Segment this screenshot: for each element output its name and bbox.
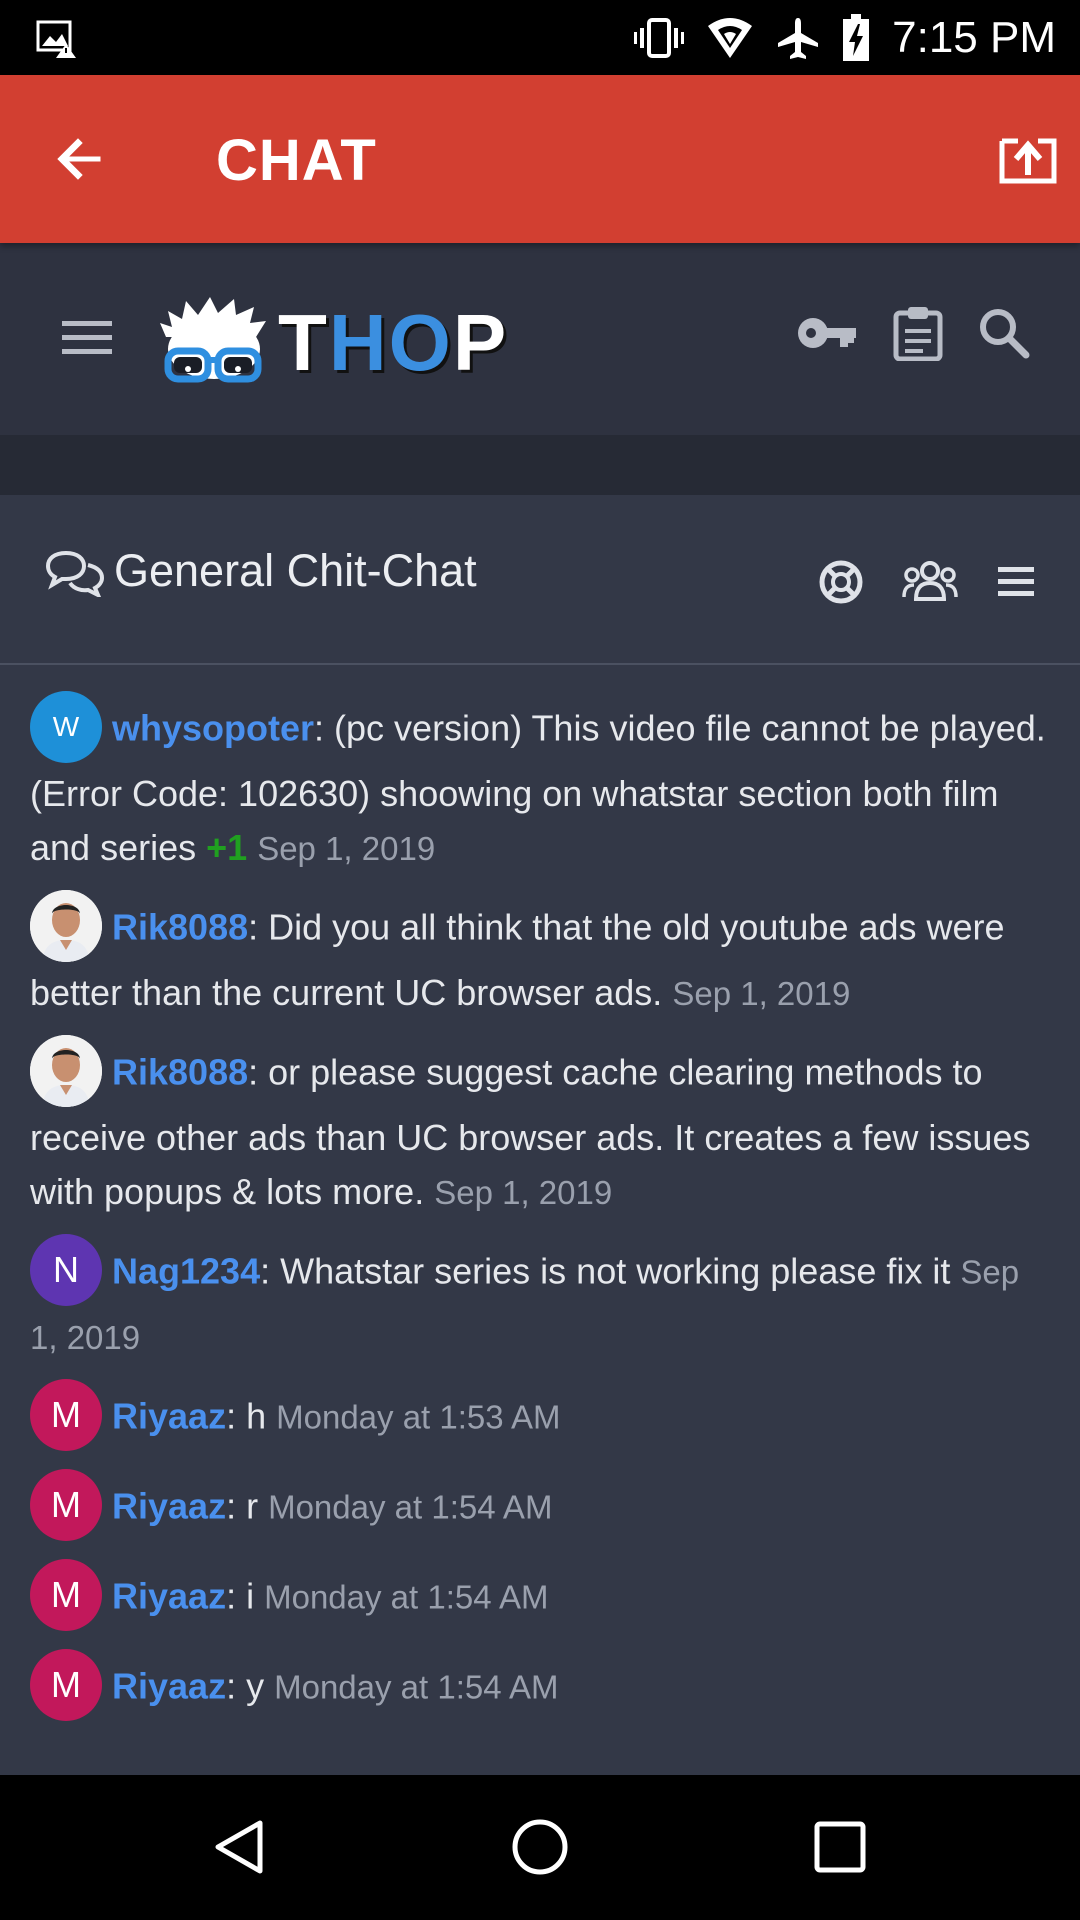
image-warning-icon	[36, 18, 78, 60]
message-username[interactable]: Rik8088	[112, 907, 248, 948]
status-time: 7:15 PM	[892, 12, 1056, 62]
key-icon[interactable]	[796, 313, 858, 358]
chat-message: M Riyaaz: i Monday at 1:54 AM	[0, 1559, 1080, 1635]
clipboard-icon[interactable]	[892, 305, 944, 366]
recents-square-icon[interactable]	[808, 1815, 872, 1879]
logo-letters-ho: HO	[328, 298, 453, 387]
message-username[interactable]: Riyaaz	[112, 1396, 226, 1437]
chat-message: Rik8088: Did you all think that the old …	[0, 890, 1080, 1021]
like-count: +1	[206, 827, 248, 868]
open-external-icon[interactable]	[998, 131, 1058, 187]
message-username[interactable]: Riyaaz	[112, 1486, 226, 1527]
message-time: Monday at 1:54 AM	[264, 1578, 549, 1616]
logo-letter-t: T	[278, 298, 329, 387]
avatar[interactable]: M	[30, 1559, 102, 1631]
message-username[interactable]: Nag1234	[112, 1251, 260, 1292]
app-bar: CHAT	[0, 75, 1080, 243]
chat-message: Rik8088: or please suggest cache clearin…	[0, 1035, 1080, 1220]
message-text: : r	[226, 1485, 259, 1527]
user-photo-avatar	[30, 1035, 102, 1107]
chat-message: N Nag1234: Whatstar series is not working…	[0, 1234, 1080, 1365]
message-time: Monday at 1:53 AM	[276, 1398, 561, 1436]
logo-letter-p: P	[452, 298, 509, 387]
app-title: CHAT	[216, 128, 377, 193]
logo-mascot	[160, 297, 266, 383]
message-time: Sep 1, 2019	[434, 1174, 613, 1211]
avatar[interactable]: M	[30, 1469, 102, 1541]
message-username[interactable]: whysopoter	[112, 708, 314, 749]
avatar[interactable]	[30, 890, 102, 962]
users-icon[interactable]	[902, 559, 958, 610]
message-username[interactable]: Rik8088	[112, 1052, 248, 1093]
room-menu-icon[interactable]	[996, 562, 1036, 607]
home-circle-icon[interactable]	[508, 1815, 572, 1879]
message-username[interactable]: Riyaaz	[112, 1666, 226, 1707]
message-text: : i	[226, 1575, 255, 1617]
chat-bubbles-icon	[45, 549, 105, 600]
airplane-icon	[776, 16, 820, 60]
avatar[interactable]	[30, 1035, 102, 1107]
wifi-icon	[706, 16, 754, 60]
chat-message: Wwhysopoter: (pc version) This video fil…	[0, 691, 1080, 876]
avatar[interactable]: W	[30, 691, 102, 763]
chat-room-header: General Chit-Chat	[0, 495, 1080, 665]
avatar[interactable]: M	[30, 1379, 102, 1451]
avatar[interactable]: M	[30, 1649, 102, 1721]
logo-wordmark: THOP	[278, 297, 508, 389]
search-icon[interactable]	[978, 307, 1030, 364]
header-divider-strip	[0, 435, 1080, 495]
system-nav-bar	[0, 1775, 1080, 1920]
message-username[interactable]: Riyaaz	[112, 1576, 226, 1617]
avatar[interactable]: N	[30, 1234, 102, 1306]
arrow-left-icon[interactable]	[50, 127, 114, 191]
status-bar: 7:15 PM	[0, 0, 1080, 75]
message-list: Wwhysopoter: (pc version) This video fil…	[0, 691, 1080, 1743]
message-time: Sep 1, 2019	[257, 830, 436, 867]
site-header: THOP	[0, 243, 1080, 435]
chat-message: M Riyaaz: h Monday at 1:53 AM	[0, 1379, 1080, 1455]
chat-panel: General Chit-Chat Wwhysopoter: (pc versi…	[0, 495, 1080, 1775]
message-time: Monday at 1:54 AM	[268, 1488, 553, 1526]
message-text: : Whatstar series is not working please …	[260, 1250, 951, 1292]
lifebuoy-icon[interactable]	[818, 559, 864, 610]
menu-icon[interactable]	[60, 315, 114, 359]
back-triangle-icon[interactable]	[208, 1815, 272, 1879]
message-time: Sep 1, 2019	[672, 975, 851, 1012]
chat-message: M Riyaaz: r Monday at 1:54 AM	[0, 1469, 1080, 1545]
chat-message: M Riyaaz: y Monday at 1:54 AM	[0, 1649, 1080, 1725]
user-photo-avatar	[30, 890, 102, 962]
message-text: : h	[226, 1395, 267, 1437]
message-time: Monday at 1:54 AM	[274, 1668, 559, 1706]
vibrate-icon	[634, 16, 685, 60]
battery-charging-icon	[842, 13, 870, 62]
message-text: : y	[226, 1665, 265, 1707]
room-title: General Chit-Chat	[114, 545, 477, 596]
site-logo[interactable]: THOP	[158, 293, 508, 393]
